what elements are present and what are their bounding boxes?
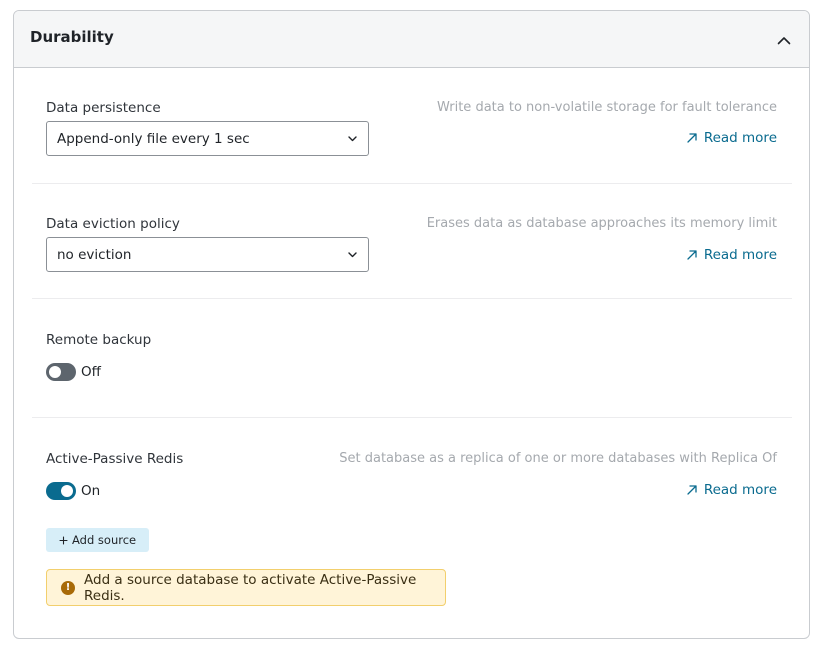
alert-message: Add a source database to activate Active…: [84, 571, 417, 604]
add-source-button[interactable]: Add source: [46, 528, 150, 552]
read-more-label: Read more: [703, 247, 777, 263]
remote-backup-state: Off: [81, 364, 101, 380]
active-passive-read-more-link[interactable]: Read more: [686, 482, 777, 498]
remote-backup-toggle-row: Off: [46, 363, 101, 381]
active-passive-description: Set database as a replica of one or more…: [339, 451, 777, 466]
plus-icon: [59, 535, 68, 545]
section-divider: [32, 417, 792, 418]
chevron-up-icon: [777, 36, 791, 44]
external-arrow-icon: [687, 485, 697, 495]
active-passive-state: On: [81, 483, 101, 499]
external-arrow-icon: [687, 250, 697, 260]
durability-panel: Durability Data persistence Write data t…: [13, 10, 810, 639]
persistence-read-more-link[interactable]: Read more: [686, 130, 777, 146]
active-passive-label: Active-Passive Redis: [46, 451, 184, 467]
collapse-button[interactable]: [773, 29, 795, 51]
warning-alert: ! Add a source database to activate Acti…: [46, 569, 446, 606]
section-divider: [32, 183, 792, 184]
eviction-read-more-link[interactable]: Read more: [686, 247, 777, 263]
persistence-description: Write data to non-volatile storage for f…: [436, 100, 777, 115]
persistence-select[interactable]: Append-only file every 1 sec: [46, 121, 369, 156]
eviction-select[interactable]: no eviction: [46, 237, 369, 272]
add-source-label: Add source: [72, 533, 137, 547]
active-passive-toggle[interactable]: [46, 482, 76, 500]
section-divider: [32, 298, 792, 299]
toggle-knob: [61, 485, 73, 497]
eviction-description: Erases data as database approaches its m…: [426, 216, 777, 231]
eviction-select-value: no eviction: [57, 246, 132, 263]
toggle-knob: [49, 366, 61, 378]
eviction-label: Data eviction policy: [46, 216, 180, 232]
active-passive-toggle-row: On: [46, 482, 100, 500]
remote-backup-toggle[interactable]: [46, 363, 76, 381]
remote-backup-label: Remote backup: [46, 332, 152, 348]
external-arrow-icon: [687, 133, 697, 143]
panel-header[interactable]: Durability: [14, 11, 809, 68]
read-more-label: Read more: [703, 130, 777, 146]
persistence-label: Data persistence: [46, 100, 161, 116]
panel-title: Durability: [30, 28, 114, 46]
chevron-down-icon: [348, 136, 357, 142]
chevron-down-icon: [348, 252, 357, 258]
read-more-label: Read more: [703, 482, 777, 498]
exclamation-circle-icon: !: [61, 580, 75, 595]
persistence-select-value: Append-only file every 1 sec: [57, 130, 250, 147]
